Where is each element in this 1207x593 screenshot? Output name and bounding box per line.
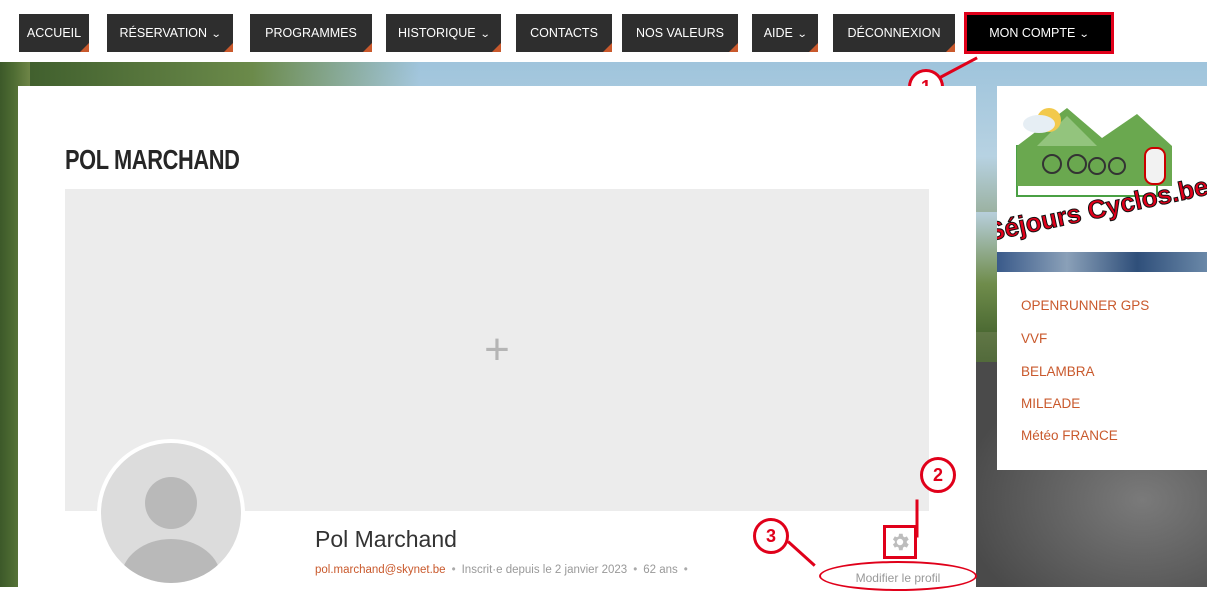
avatar-head <box>145 477 197 529</box>
settings-gear-button[interactable] <box>883 525 917 559</box>
nav-nos-valeurs[interactable]: NOS VALEURS <box>622 14 738 52</box>
profile-card: POL MARCHAND + Pol Marchand pol.marchand… <box>18 86 977 591</box>
logo-graphic: Séjours Cyclos.be <box>997 108 1207 248</box>
separator: • <box>633 564 638 576</box>
tree-canopy <box>0 62 420 88</box>
nav-mon-compte[interactable]: MON COMPTE ⌄ <box>964 12 1114 54</box>
nav-accueil[interactable]: ACCUEIL <box>19 14 89 52</box>
annotation-line <box>915 499 919 538</box>
nav-historique[interactable]: HISTORIQUE ⌄ <box>386 14 501 52</box>
avatar[interactable] <box>97 439 245 587</box>
nav-aide[interactable]: AIDE ⌄ <box>752 14 818 52</box>
nav-label: HISTORIQUE <box>398 26 476 40</box>
plus-icon: + <box>484 325 510 374</box>
user-name: Pol Marchand <box>315 526 457 552</box>
email-link[interactable]: pol.marchand@skynet.be <box>315 564 446 576</box>
page-title: POL MARCHAND <box>65 144 240 175</box>
separator: • <box>683 564 688 576</box>
nav-deconnexion[interactable]: DÉCONNEXION <box>833 14 955 52</box>
sidebar-link-belambra[interactable]: BELAMBRA <box>1021 364 1095 379</box>
member-since: Inscrit·e depuis le 2 janvier 2023 <box>461 564 628 576</box>
nav-label: DÉCONNEXION <box>847 26 941 40</box>
annotation-marker-2: 2 <box>920 457 956 493</box>
chevron-down-icon: ⌄ <box>796 29 808 40</box>
main-nav: ACCUEIL RÉSERVATION ⌄ PROGRAMMES HISTORIQ… <box>0 0 1207 60</box>
age: 62 ans <box>643 564 678 576</box>
separator: • <box>451 564 456 576</box>
sidebar-link-vvf[interactable]: VVF <box>1021 331 1047 346</box>
nav-label: ACCUEIL <box>26 26 82 40</box>
avatar-body <box>121 539 221 583</box>
nav-label: AIDE <box>763 26 793 40</box>
nav-label: PROGRAMMES <box>265 26 357 40</box>
nav-label: MON COMPTE <box>989 26 1076 40</box>
sidebar-links: OPENRUNNER GPS VVF BELAMBRA MILEADE Mété… <box>997 272 1207 470</box>
nav-reservation[interactable]: RÉSERVATION ⌄ <box>107 14 233 52</box>
sidebar-link-openrunner[interactable]: OPENRUNNER GPS <box>1021 298 1149 313</box>
cyclists-banner <box>997 252 1207 272</box>
nav-label: RÉSERVATION <box>119 26 208 40</box>
site-logo[interactable]: Séjours Cyclos.be <box>997 86 1207 252</box>
chevron-down-icon: ⌄ <box>479 29 491 40</box>
profile-meta: pol.marchand@skynet.be • Inscrit·e depuis … <box>315 564 694 576</box>
nav-label: CONTACTS <box>530 26 598 40</box>
chevron-down-icon: ⌄ <box>1079 29 1091 40</box>
chevron-down-icon: ⌄ <box>210 29 222 40</box>
sidebar-link-mileade[interactable]: MILEADE <box>1021 396 1080 411</box>
nav-programmes[interactable]: PROGRAMMES <box>250 14 372 52</box>
gear-icon <box>892 533 909 551</box>
sidebar-link-meteo-france[interactable]: Météo FRANCE <box>1021 428 1118 443</box>
nav-contacts[interactable]: CONTACTS <box>516 14 612 52</box>
annotation-marker-3: 3 <box>753 518 789 554</box>
nav-label: NOS VALEURS <box>636 26 724 40</box>
